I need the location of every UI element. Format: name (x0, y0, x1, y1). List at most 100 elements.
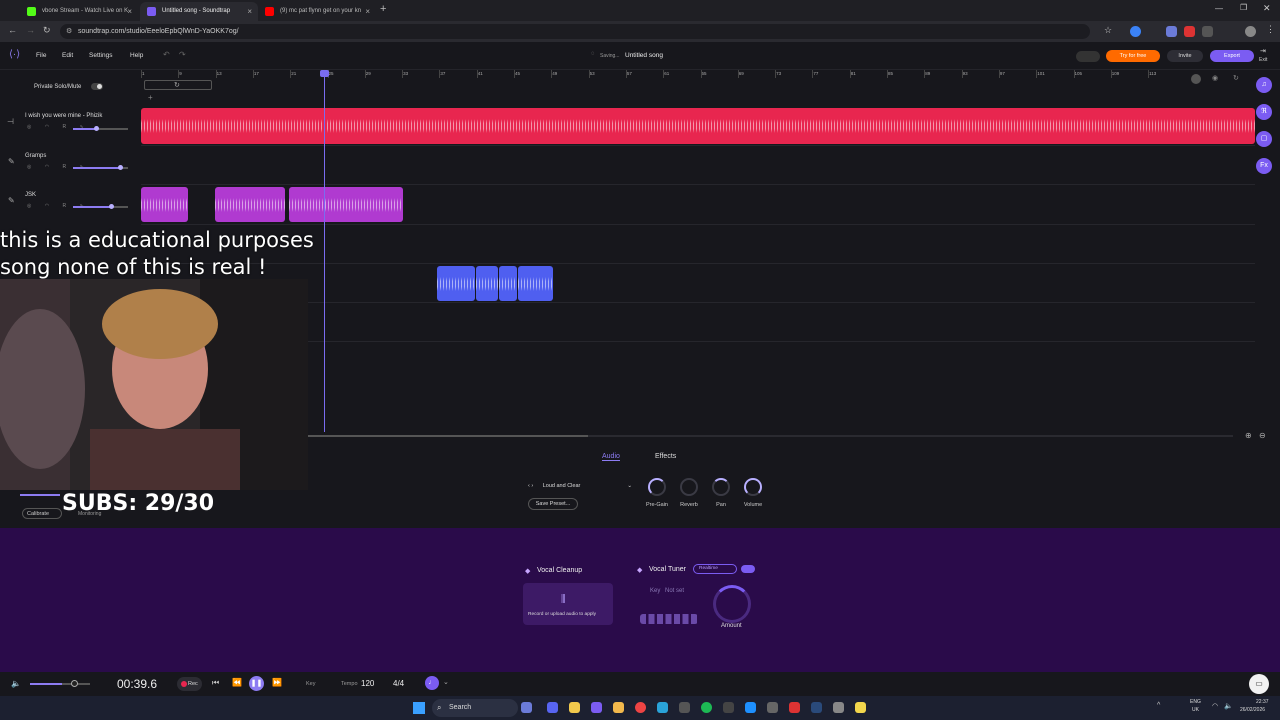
profile-avatar[interactable] (1245, 26, 1256, 37)
app-icon[interactable] (591, 702, 602, 713)
app-icon[interactable] (767, 702, 778, 713)
audio-clip[interactable] (289, 187, 403, 222)
track-name[interactable]: I wish you were mine - Phizik (25, 113, 102, 119)
browser-tab-soundtrap[interactable]: Untitled song - Soundtrap × (140, 2, 258, 21)
audio-clip[interactable] (215, 187, 285, 222)
track-volume-slider[interactable] (73, 126, 128, 131)
speaker-icon[interactable]: 🔈 (11, 679, 21, 688)
exit-label[interactable]: Exit (1259, 57, 1267, 63)
knob-dial[interactable] (744, 478, 762, 496)
spotify-icon[interactable] (701, 702, 712, 713)
key-label[interactable]: Key (306, 681, 315, 687)
app-icon[interactable] (789, 702, 800, 713)
knob-dial[interactable] (680, 478, 698, 496)
region-label[interactable]: UK (1192, 707, 1199, 713)
maximize-icon[interactable]: ❐ (1240, 3, 1247, 12)
snap-icon[interactable]: ◉ (1212, 74, 1218, 82)
volume-icon[interactable]: 🔈 (1224, 702, 1233, 710)
close-icon[interactable]: × (365, 2, 370, 21)
extension-red-icon[interactable] (1184, 26, 1195, 37)
app-icon[interactable] (679, 702, 690, 713)
audio-clip[interactable] (518, 266, 553, 301)
pause-icon[interactable]: ❚❚ (249, 676, 264, 691)
settings-icon[interactable] (833, 702, 844, 713)
menu-edit[interactable]: Edit (62, 52, 73, 59)
knob-dial[interactable] (712, 478, 730, 496)
volume-knob[interactable] (71, 680, 78, 687)
app-icon[interactable] (569, 702, 580, 713)
close-icon[interactable]: × (127, 2, 132, 21)
forward-icon[interactable]: → (26, 25, 35, 35)
language-label[interactable]: ENG (1190, 699, 1201, 705)
chat-icon[interactable]: ▢ (1256, 131, 1272, 147)
playhead[interactable] (320, 70, 329, 432)
track-lanes[interactable] (141, 95, 1255, 345)
track-volume-slider[interactable] (73, 165, 128, 170)
tuner-mode-select[interactable]: Realtime (693, 564, 737, 574)
amount-knob[interactable] (713, 585, 751, 623)
audio-clip[interactable] (499, 266, 517, 301)
steam-icon[interactable] (811, 702, 822, 713)
close-window-icon[interactable]: ✕ (1263, 3, 1271, 14)
audio-clip[interactable] (476, 266, 498, 301)
help-chat-icon[interactable]: ▭ (1249, 674, 1269, 694)
tab-effects[interactable]: Effects (655, 453, 676, 460)
menu-settings[interactable]: Settings (89, 52, 113, 59)
wifi-icon[interactable]: ◠ (1212, 702, 1218, 710)
clock-date[interactable]: 26/02/2026 (1240, 707, 1265, 713)
track-volume-slider[interactable] (73, 204, 128, 209)
tray-chevron-icon[interactable]: ^ (1157, 702, 1160, 709)
back-icon[interactable]: ← (8, 25, 17, 35)
telegram-icon[interactable] (657, 702, 668, 713)
playhead-handle[interactable] (320, 70, 329, 77)
undo-icon[interactable]: ↶ (163, 50, 170, 59)
time-signature[interactable]: 4/4 (393, 679, 404, 688)
bookmark-star-icon[interactable]: ☆ (1104, 25, 1112, 36)
menu-help[interactable]: Help (130, 52, 143, 59)
browser-menu-icon[interactable]: ⋮ (1266, 24, 1275, 35)
site-info-icon[interactable]: ⚙ (66, 24, 72, 39)
new-tab-button[interactable]: + (380, 3, 386, 15)
volume-knob[interactable] (118, 165, 123, 170)
calibrate-button[interactable]: Calibrate (22, 508, 62, 519)
chrome-icon[interactable] (635, 702, 646, 713)
audio-clip[interactable] (141, 187, 188, 222)
prev-preset-icon[interactable]: ‹ › (528, 483, 533, 489)
file-explorer-icon[interactable] (613, 702, 624, 713)
private-solo-toggle[interactable] (91, 83, 103, 90)
audio-clip[interactable] (437, 266, 475, 301)
skip-back-icon[interactable]: ⏮ (212, 678, 219, 688)
track-name[interactable]: JSK (25, 192, 36, 198)
tempo-value[interactable]: 120 (361, 679, 374, 688)
metronome-icon[interactable]: ♩ (425, 676, 439, 690)
song-title[interactable]: Untitled song (625, 52, 663, 59)
zoom-out-icon[interactable]: ⊖ (1259, 431, 1266, 440)
record-button[interactable]: Rec (177, 677, 202, 691)
instruments-icon[interactable]: ℜ (1256, 104, 1272, 120)
vscode-icon[interactable] (745, 702, 756, 713)
taskbar-search[interactable]: ⌕ Search (432, 699, 518, 717)
pregain-knob[interactable]: Pre-Gain (645, 478, 669, 508)
close-icon[interactable]: × (247, 2, 252, 21)
app-icon[interactable] (723, 702, 734, 713)
loop-region[interactable]: ↻ (144, 80, 212, 90)
audio-clip[interactable] (141, 108, 1255, 144)
pan-knob[interactable]: Pan (709, 478, 733, 508)
export-button[interactable]: Export (1210, 50, 1254, 62)
rewind-icon[interactable]: ⏪ (232, 678, 242, 687)
reverb-knob[interactable]: Reverb (677, 478, 701, 508)
try-for-free-button[interactable]: Try for free (1106, 50, 1160, 62)
discord-extension-icon[interactable] (1166, 26, 1177, 37)
save-preset-button[interactable]: Save Preset... (528, 498, 578, 510)
menu-file[interactable]: File (36, 52, 46, 59)
collab-avatars[interactable] (1076, 51, 1100, 62)
chevron-down-icon[interactable]: ⌄ (627, 480, 632, 492)
discord-icon[interactable] (547, 702, 558, 713)
track-name[interactable]: Gramps (25, 153, 46, 159)
tuner-toggle[interactable] (741, 565, 755, 573)
volume-knob[interactable] (109, 204, 114, 209)
clock-time[interactable]: 22:37 (1256, 699, 1269, 705)
zoom-in-icon[interactable]: ⊕ (1245, 431, 1252, 440)
url-field[interactable]: ⚙ soundtrap.com/studio/EeeloEpbQlWnD-YaO… (60, 24, 1090, 39)
chevron-down-icon[interactable]: ⌄ (443, 678, 449, 686)
